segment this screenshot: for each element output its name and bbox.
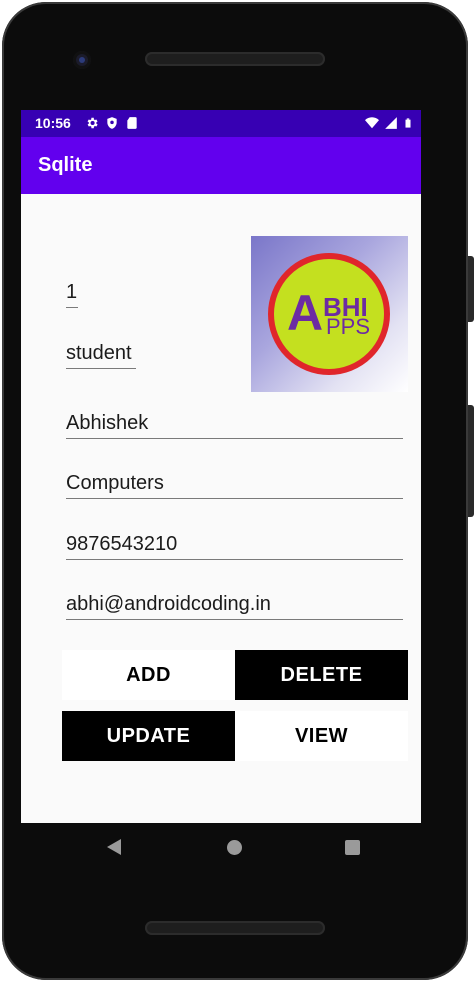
bottom-speaker (145, 921, 325, 935)
settings-gear-icon (87, 117, 98, 129)
update-button[interactable]: UPDATE (62, 711, 235, 761)
volume-button (468, 405, 474, 517)
name-field[interactable]: Abhishek (66, 412, 403, 439)
logo-letter-a1: A (287, 285, 323, 341)
phone-frame: 10:56 Sqlite 1 student A BHI PPS Abhishe… (0, 0, 474, 984)
logo-text-bottom: PPS (326, 314, 370, 339)
department-field[interactable]: Computers (66, 472, 403, 499)
sd-card-icon (127, 117, 137, 129)
app-logo-image: A BHI PPS (251, 236, 408, 392)
navigation-bar (21, 823, 421, 871)
phone-field[interactable]: 9876543210 (66, 533, 403, 560)
recent-apps-icon[interactable] (345, 840, 360, 855)
status-time: 10:56 (35, 115, 71, 131)
email-field[interactable]: abhi@androidcoding.in (66, 593, 403, 620)
id-field[interactable]: 1 (66, 281, 78, 308)
table-name-field[interactable]: student (66, 342, 136, 369)
abhi-apps-logo-icon: A BHI PPS (268, 253, 390, 375)
shield-icon (107, 117, 117, 129)
add-button[interactable]: ADD (62, 650, 235, 700)
earpiece-speaker (145, 52, 325, 66)
app-title: Sqlite (38, 154, 93, 176)
front-camera-icon (73, 51, 91, 69)
back-icon[interactable] (107, 839, 121, 855)
status-bar: 10:56 (21, 110, 421, 137)
battery-icon (405, 118, 411, 128)
cellular-signal-icon (385, 117, 397, 129)
app-bar: Sqlite (21, 137, 421, 194)
home-icon[interactable] (227, 840, 242, 855)
screen: 10:56 Sqlite 1 student A BHI PPS Abhishe… (21, 110, 421, 823)
delete-button[interactable]: DELETE (235, 650, 408, 700)
view-button[interactable]: VIEW (235, 711, 408, 761)
wifi-icon (365, 117, 379, 129)
power-button (468, 256, 474, 322)
